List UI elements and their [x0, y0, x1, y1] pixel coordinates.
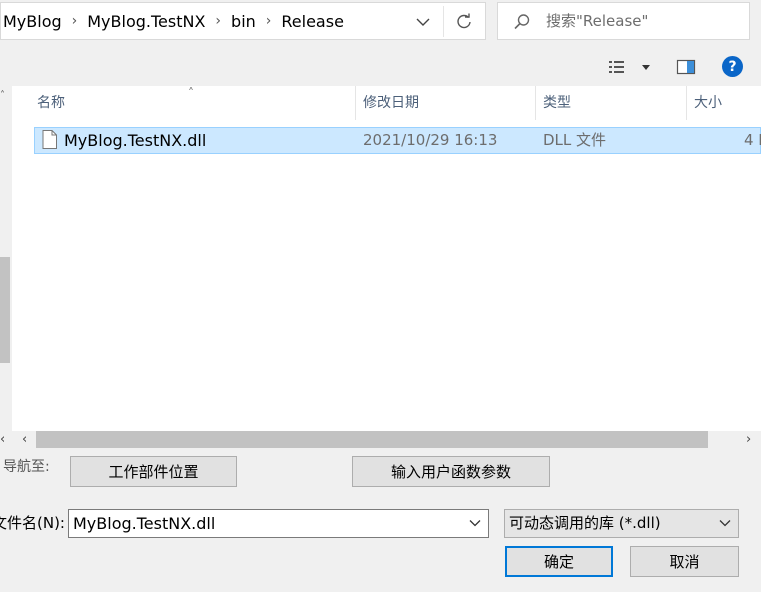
scroll-up-arrow-icon[interactable]: ˄: [0, 90, 5, 101]
navigate-to-label: 导航至:: [3, 459, 50, 475]
input-user-function-params-button[interactable]: 输入用户函数参数: [352, 456, 550, 487]
column-divider[interactable]: [355, 86, 356, 120]
preview-pane-button[interactable]: [676, 58, 696, 76]
column-divider[interactable]: [686, 86, 687, 120]
file-list: ˄ 名称 修改日期 类型 大小 MyBlog.TestNX.dll 2021/1…: [12, 86, 761, 431]
help-button[interactable]: ?: [722, 56, 743, 77]
vertical-scrollbar-thumb[interactable]: [0, 257, 10, 363]
file-name[interactable]: MyBlog.TestNX.dll: [64, 127, 206, 154]
breadcrumb-item-release[interactable]: Release: [281, 12, 344, 31]
search-input[interactable]: 搜索"Release": [497, 2, 750, 40]
breadcrumb-item-testnx[interactable]: MyBlog.TestNX: [87, 12, 205, 31]
filename-field[interactable]: MyBlog.TestNX.dll: [68, 509, 489, 538]
ok-button[interactable]: 确定: [505, 546, 613, 577]
file-icon: [42, 130, 57, 149]
file-type-select[interactable]: 可动态调用的库 (*.dll): [504, 509, 739, 538]
search-icon: [514, 14, 530, 30]
file-size: 4 K: [744, 131, 761, 149]
column-header-modified[interactable]: 修改日期: [363, 86, 419, 120]
column-header-name[interactable]: 名称: [37, 86, 65, 120]
file-modified: 2021/10/29 16:13: [363, 131, 498, 149]
scroll-left-outer-icon[interactable]: ‹: [0, 431, 5, 448]
breadcrumb: MyBlog › MyBlog.TestNX › bin › Release: [3, 3, 344, 39]
chevron-right-icon[interactable]: ›: [266, 13, 272, 29]
sort-ascending-icon: ˄: [188, 86, 194, 100]
file-type: DLL 文件: [543, 131, 607, 149]
chevron-down-icon[interactable]: [468, 516, 482, 530]
filename-value: MyBlog.TestNX.dll: [73, 514, 216, 533]
horizontal-scrollbar-thumb[interactable]: [36, 431, 708, 448]
details-view-icon: [609, 61, 624, 73]
chevron-right-icon[interactable]: ›: [72, 13, 78, 29]
address-history-button[interactable]: [409, 11, 437, 33]
column-header-type[interactable]: 类型: [543, 86, 571, 120]
address-bar[interactable]: MyBlog › MyBlog.TestNX › bin › Release: [0, 2, 486, 40]
filename-label: 文件名(N):: [0, 514, 65, 532]
file-open-dialog: MyBlog › MyBlog.TestNX › bin › Release 搜…: [0, 0, 761, 592]
chevron-down-icon: [416, 18, 430, 26]
chevron-right-icon[interactable]: ›: [215, 13, 221, 29]
breadcrumb-item-bin[interactable]: bin: [231, 12, 256, 31]
column-divider[interactable]: [535, 86, 536, 120]
horizontal-scrollbar[interactable]: ‹ ›: [12, 431, 761, 448]
file-type-value: 可动态调用的库 (*.dll): [509, 514, 661, 532]
caret-down-icon: [642, 65, 650, 70]
preview-pane-icon: [676, 59, 696, 75]
chevron-down-icon: [719, 520, 731, 527]
breadcrumb-item-myblog[interactable]: MyBlog: [3, 12, 62, 31]
address-divider: [443, 6, 444, 37]
refresh-icon: [457, 13, 471, 29]
work-part-location-button[interactable]: 工作部件位置: [70, 456, 237, 487]
column-header-size[interactable]: 大小: [694, 86, 722, 120]
scroll-left-icon[interactable]: ‹: [22, 431, 27, 448]
change-view-button[interactable]: [607, 58, 653, 76]
search-placeholder: 搜索"Release": [546, 12, 649, 30]
scroll-right-icon[interactable]: ›: [746, 431, 751, 448]
cancel-button[interactable]: 取消: [630, 546, 739, 577]
refresh-button[interactable]: [450, 10, 478, 34]
